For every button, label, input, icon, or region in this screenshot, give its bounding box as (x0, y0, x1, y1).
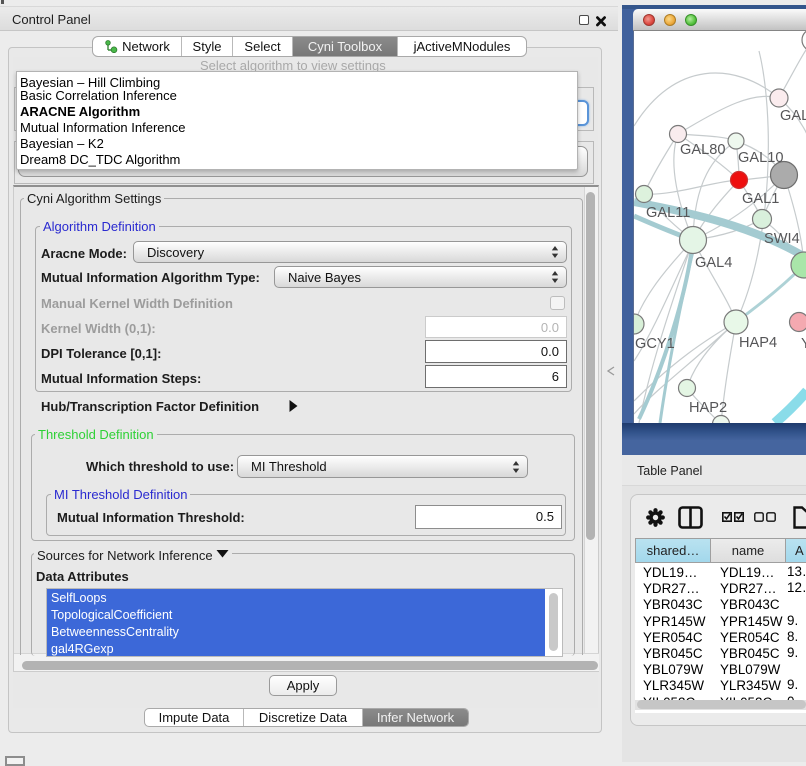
svg-text:GAL10: GAL10 (738, 150, 783, 166)
svg-text:HAP2: HAP2 (689, 400, 727, 416)
svg-text:GAL1: GAL1 (742, 191, 779, 207)
svg-text:GCY1: GCY1 (635, 336, 675, 352)
svg-text:GAL: GAL (780, 108, 806, 124)
svg-text:GAL11: GAL11 (646, 205, 690, 221)
svg-text:HAP4: HAP4 (739, 335, 777, 351)
svg-text:GAL80: GAL80 (680, 142, 725, 158)
svg-text:SWI4: SWI4 (764, 231, 800, 247)
svg-text:Y: Y (801, 336, 806, 352)
svg-text:GAL4: GAL4 (695, 255, 732, 271)
